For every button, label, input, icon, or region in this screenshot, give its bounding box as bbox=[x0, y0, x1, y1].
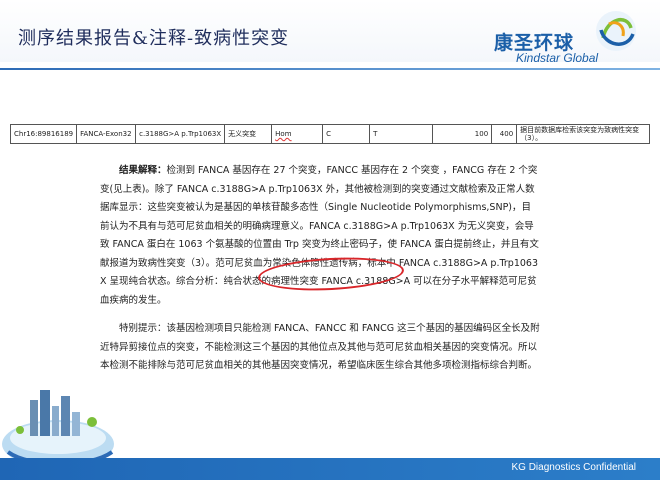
table-cell-note: 据目前数据库检索该突变为致病性突变（3）。 bbox=[516, 124, 650, 144]
city-globe-illustration bbox=[2, 390, 114, 468]
table-cell-type: 无义突变 bbox=[224, 124, 273, 144]
footer-bar: KG Diagnostics Confidential bbox=[0, 458, 660, 480]
table-cell-ref: C bbox=[322, 124, 371, 144]
special-note-paragraph: 特别提示：该基因检测项目只能检测 FANCA、FANCC 和 FANCG 这三个… bbox=[100, 320, 540, 376]
logo-english-name: Kindstar Global bbox=[516, 51, 599, 65]
footer-confidential-label: KG Diagnostics Confidential bbox=[511, 462, 636, 473]
special-note-lead: 特别提示： bbox=[119, 323, 167, 334]
logo-swirl-icon bbox=[596, 11, 636, 51]
page-title: 测序结果报告&注释-致病性突变 bbox=[18, 28, 290, 49]
table-cell-gene-exon: FANCA-Exon32 bbox=[76, 124, 137, 144]
special-note-body: 该基因检测项目只能检测 FANCA、FANCC 和 FANCG 这三个基因的基因… bbox=[100, 323, 540, 371]
table-cell-variant: c.3188G>A p.Trp1063X bbox=[135, 124, 226, 144]
table-cell-depth: 400 bbox=[491, 124, 518, 144]
table-cell-zygosity: Hom bbox=[271, 124, 324, 144]
table-cell-position: Chr16:89816189 bbox=[9, 124, 78, 144]
mutation-table: Chr16:89816189 FANCA-Exon32 c.3188G>A p.… bbox=[9, 124, 650, 144]
table-cell-alt: T bbox=[369, 124, 434, 144]
result-interpretation-lead: 结果解释： bbox=[119, 165, 167, 176]
zygosity-value: Hom bbox=[275, 130, 292, 138]
company-logo: 康圣环球 Kindstar Global bbox=[468, 6, 654, 65]
header-divider bbox=[0, 68, 660, 70]
table-cell-reads: 100 bbox=[432, 124, 493, 144]
table-row: Chr16:89816189 FANCA-Exon32 c.3188G>A p.… bbox=[9, 124, 650, 144]
